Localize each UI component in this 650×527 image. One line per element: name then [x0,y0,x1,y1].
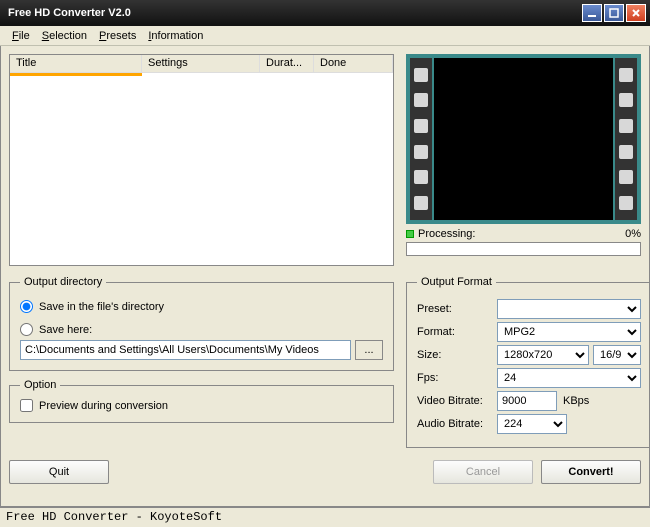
video-bitrate-label: Video Bitrate: [417,395,497,407]
minimize-button[interactable] [582,4,602,22]
col-title[interactable]: Title [10,55,142,72]
output-format-legend: Output Format [417,276,496,288]
file-list[interactable]: Title Settings Durat... Done [9,54,394,266]
audio-bitrate-label: Audio Bitrate: [417,418,497,430]
fps-select[interactable]: 24 [497,368,641,388]
convert-button[interactable]: Convert! [541,460,641,484]
option-legend: Option [20,379,60,391]
size-label: Size: [417,349,497,361]
menu-information[interactable]: Information [142,28,209,44]
menu-selection[interactable]: Selection [36,28,93,44]
close-button[interactable] [626,4,646,22]
film-edge-left [410,58,432,220]
sort-indicator [10,73,142,76]
output-path-input[interactable] [20,340,351,360]
preset-select[interactable] [497,299,641,319]
preview-area [406,54,641,224]
output-format-group: Output Format Preset: Format: MPG2 Size:… [406,276,650,448]
preview-checkbox-label: Preview during conversion [39,400,168,412]
radio-save-file-dir-label: Save in the file's directory [39,301,164,313]
fps-label: Fps: [417,372,497,384]
option-group: Option Preview during conversion [9,379,394,423]
output-directory-group: Output directory Save in the file's dire… [9,276,394,371]
radio-save-file-dir[interactable] [20,300,33,313]
radio-save-here[interactable] [20,323,33,336]
menu-presets[interactable]: Presets [93,28,142,44]
preset-label: Preset: [417,303,497,315]
file-list-header: Title Settings Durat... Done [10,55,393,73]
window-title: Free HD Converter V2.0 [4,7,580,19]
menubar: File Selection Presets Information [0,26,650,46]
video-bitrate-unit: KBps [563,395,589,407]
format-select[interactable]: MPG2 [497,322,641,342]
processing-percent: 0% [625,228,641,240]
format-label: Format: [417,326,497,338]
film-edge-right [615,58,637,220]
output-directory-legend: Output directory [20,276,106,288]
preview-screen [434,58,613,220]
col-settings[interactable]: Settings [142,55,260,72]
radio-save-here-label: Save here: [39,324,92,336]
aspect-select[interactable]: 16/9 [593,345,641,365]
browse-button[interactable]: ... [355,340,383,360]
audio-bitrate-select[interactable]: 224 [497,414,567,434]
col-duration[interactable]: Durat... [260,55,314,72]
processing-led-icon [406,230,414,238]
quit-button[interactable]: Quit [9,460,109,484]
size-select[interactable]: 1280x720 [497,345,589,365]
cancel-button[interactable]: Cancel [433,460,533,484]
preview-checkbox[interactable] [20,399,33,412]
status-bar: Free HD Converter - KoyoteSoft [0,507,650,527]
video-bitrate-input[interactable] [497,391,557,411]
processing-label: Processing: [418,228,625,240]
menu-file[interactable]: File [6,28,36,44]
maximize-button[interactable] [604,4,624,22]
progress-bar [406,242,641,256]
col-done[interactable]: Done [314,55,393,72]
titlebar: Free HD Converter V2.0 [0,0,650,26]
